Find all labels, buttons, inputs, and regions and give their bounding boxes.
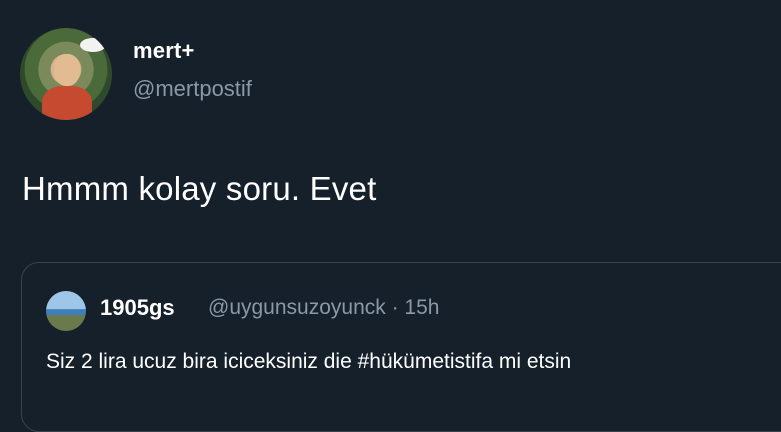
author-avatar[interactable] bbox=[20, 28, 112, 120]
avatar-face bbox=[54, 54, 80, 86]
quoted-author-avatar bbox=[46, 291, 86, 331]
avatar-speech-bubble bbox=[80, 38, 106, 52]
quoted-tweet-text: Siz 2 lira ucuz bira iciceksiniz die #hü… bbox=[46, 350, 572, 373]
quoted-tweet-meta: @uygunsuzoyunck · 15h bbox=[208, 296, 440, 319]
quoted-tweet-card[interactable]: 1905gs @uygunsuzoyunck · 15h Siz 2 lira … bbox=[21, 262, 781, 432]
author-handle[interactable]: @mertpostif bbox=[133, 76, 252, 102]
avatar-shirt bbox=[42, 86, 92, 120]
tweet-text: Hmmm kolay soru. Evet bbox=[22, 170, 377, 207]
quoted-author-display-name: 1905gs bbox=[100, 295, 175, 320]
author-display-name[interactable]: mert+ bbox=[133, 38, 195, 64]
